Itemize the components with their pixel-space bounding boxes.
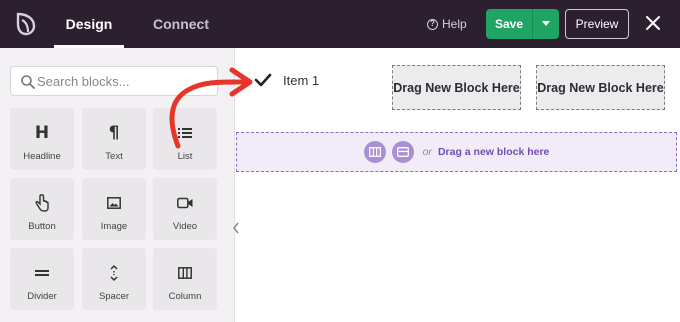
save-button-group: Save — [486, 9, 559, 39]
section-icon — [396, 147, 409, 157]
column-icon — [368, 147, 381, 157]
block-label: Button — [28, 221, 56, 232]
heading-icon: H — [34, 123, 50, 143]
image-icon — [82, 193, 146, 213]
drop-target-block[interactable]: Drag New Block Here — [536, 65, 665, 110]
close-icon[interactable] — [645, 15, 661, 31]
block-label: Spacer — [98, 291, 130, 302]
block-headline[interactable]: H Headline — [10, 108, 74, 170]
dropzone-label: Drag a new block here — [437, 146, 550, 158]
block-divider[interactable]: Divider — [10, 248, 74, 310]
video-icon — [153, 193, 217, 213]
block-label: Column — [168, 291, 202, 302]
block-video[interactable]: Video — [153, 178, 217, 240]
pointer-icon — [10, 193, 74, 213]
add-columns-button[interactable] — [363, 141, 386, 163]
column-icon — [153, 263, 217, 283]
block-text[interactable]: ¶ Text — [82, 108, 146, 170]
block-column[interactable]: Column — [153, 248, 217, 310]
block-label: Text — [105, 151, 123, 162]
list-item-text[interactable]: Item 1 — [283, 73, 319, 88]
block-label: Divider — [27, 291, 57, 302]
block-label: Headline — [23, 151, 61, 162]
help-link[interactable]: ? Help — [427, 0, 467, 48]
top-bar: Design Connect ? Help Save Preview — [0, 0, 680, 48]
annotation-arrow-icon — [169, 67, 253, 149]
preview-button[interactable]: Preview — [565, 9, 629, 39]
save-button[interactable]: Save — [486, 9, 532, 39]
add-section-button[interactable] — [391, 141, 414, 163]
block-button[interactable]: Button — [10, 178, 74, 240]
help-icon: ? — [427, 18, 438, 30]
spacer-icon — [82, 263, 146, 283]
block-label: Image — [100, 221, 128, 232]
seedprod-logo-icon — [16, 12, 36, 36]
help-label: Help — [442, 17, 467, 31]
paragraph-icon: ¶ — [108, 123, 120, 143]
tab-connect[interactable]: Connect — [153, 0, 209, 48]
block-label: Video — [172, 221, 198, 232]
collapse-sidebar-chevron-left-icon[interactable] — [231, 220, 241, 236]
block-image[interactable]: Image — [82, 178, 146, 240]
block-label: List — [177, 151, 193, 162]
divider-icon — [10, 263, 74, 283]
drop-target-block[interactable]: Drag New Block Here — [392, 65, 521, 110]
search-icon — [21, 75, 35, 89]
new-block-dropzone[interactable]: or Drag a new block here — [236, 132, 677, 172]
save-options-chevron-down-icon[interactable] — [533, 9, 559, 39]
block-spacer[interactable]: Spacer — [82, 248, 146, 310]
dropzone-or-label: or — [422, 146, 432, 158]
tab-design[interactable]: Design — [54, 0, 124, 48]
